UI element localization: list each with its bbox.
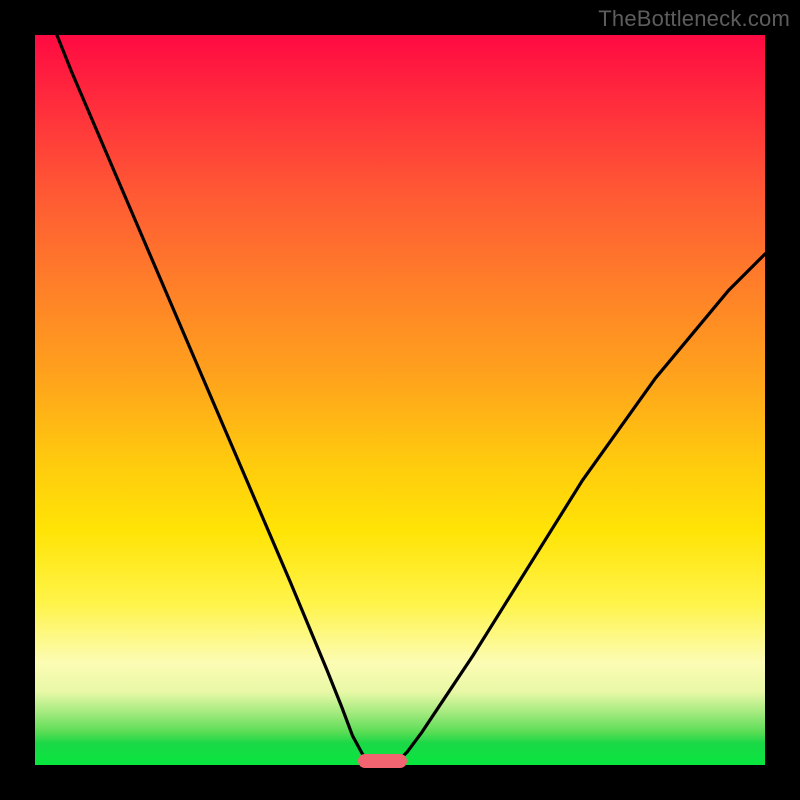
- bottleneck-curve: [35, 35, 765, 765]
- watermark-text: TheBottleneck.com: [598, 6, 790, 32]
- curve-right-branch: [394, 254, 765, 764]
- chart-frame: TheBottleneck.com: [0, 0, 800, 800]
- bottleneck-marker: [358, 754, 406, 768]
- curve-left-branch: [57, 35, 372, 764]
- plot-area: [35, 35, 765, 765]
